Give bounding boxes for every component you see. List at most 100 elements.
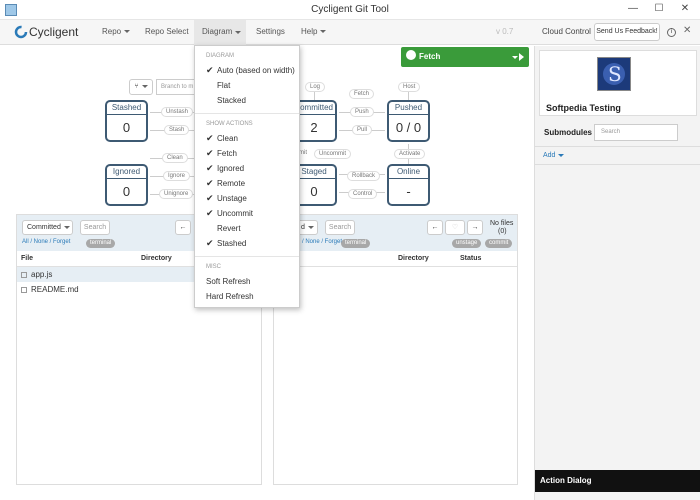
menu-item-hard-refresh[interactable]: Hard Refresh bbox=[195, 289, 299, 304]
action-log[interactable]: Log bbox=[305, 82, 326, 92]
minimize-button[interactable]: — bbox=[622, 2, 644, 16]
chevron-down-icon bbox=[141, 84, 148, 88]
chevron-down-icon bbox=[235, 31, 241, 34]
close-button[interactable]: ✕ bbox=[674, 2, 696, 16]
menu-help[interactable]: Help bbox=[301, 27, 327, 36]
navbar: Cycligent Repo Repo Select Diagram Setti… bbox=[0, 20, 700, 45]
committed-dropdown[interactable]: Committed bbox=[22, 220, 73, 235]
info-icon[interactable]: i bbox=[667, 28, 676, 37]
state-label: Stashed bbox=[107, 102, 146, 115]
menu-item-auto[interactable]: ✔ Auto (based on width) bbox=[195, 63, 299, 78]
branch-input[interactable]: Branch to m bbox=[156, 79, 196, 95]
row-checkbox[interactable] bbox=[21, 271, 27, 278]
avatar: S bbox=[597, 57, 631, 91]
menu-item-stacked[interactable]: Stacked bbox=[195, 93, 299, 108]
version-label: v 0.7 bbox=[496, 27, 514, 36]
feedback-button[interactable]: Send Us Feedback! bbox=[594, 23, 660, 41]
chevron-down-icon bbox=[307, 225, 314, 229]
action-host[interactable]: Host bbox=[398, 82, 421, 92]
file-count: (0) bbox=[498, 228, 507, 235]
menu-diagram[interactable]: Diagram bbox=[194, 20, 246, 45]
right-pane: S Softpedia Testing Submodules Search Ad… bbox=[534, 46, 700, 500]
menu-repo[interactable]: Repo bbox=[102, 27, 131, 36]
cloud-control-link[interactable]: Cloud Control bbox=[542, 27, 591, 36]
commit-tag[interactable]: commit bbox=[485, 239, 513, 248]
action-activate[interactable]: Activate bbox=[394, 149, 426, 159]
add-submodule-link[interactable]: Add bbox=[543, 152, 565, 159]
terminal-tag[interactable]: terminal bbox=[341, 239, 371, 248]
menu-item-clean[interactable]: ✔ Clean bbox=[195, 131, 299, 146]
window-title: Cycligent Git Tool bbox=[311, 4, 389, 15]
action-rollback[interactable]: Rollback bbox=[347, 171, 381, 181]
brand-name: Cycligent bbox=[29, 25, 79, 39]
filter-links[interactable]: All / None / Forget bbox=[22, 239, 70, 245]
action-stash[interactable]: Stash bbox=[164, 125, 190, 135]
menu-item-stashed[interactable]: ✔ Stashed bbox=[195, 236, 299, 251]
maximize-button[interactable]: ☐ bbox=[648, 2, 670, 16]
chevron-down-icon bbox=[124, 30, 131, 34]
cycligent-logo: Cycligent bbox=[14, 24, 84, 40]
menu-section-actions: SHOW ACTIONS bbox=[206, 121, 253, 127]
nav-back-button[interactable]: ← bbox=[175, 220, 191, 235]
search-input[interactable]: Search bbox=[80, 220, 110, 235]
menu-item-uncommit[interactable]: ✔ Uncommit bbox=[195, 206, 299, 221]
action-dialog-bar[interactable]: Action Dialog bbox=[535, 470, 700, 492]
check-icon: ✔ bbox=[206, 65, 214, 75]
action-dialog-title: Action Dialog bbox=[540, 476, 592, 485]
action-unstash[interactable]: Unstash bbox=[161, 107, 194, 117]
nav-forward-button[interactable]: → bbox=[467, 220, 483, 235]
action-uncommit[interactable]: Uncommit bbox=[314, 149, 352, 159]
menu-item-soft-refresh[interactable]: Soft Refresh bbox=[195, 274, 299, 289]
chevron-down-icon bbox=[558, 153, 565, 157]
terminal-tag[interactable]: terminal bbox=[86, 239, 116, 248]
menu-item-unstage[interactable]: ✔ Unstage bbox=[195, 191, 299, 206]
state-value: 0 bbox=[122, 184, 131, 199]
submodules-search-input[interactable]: Search bbox=[594, 124, 678, 141]
status-bar bbox=[0, 492, 534, 500]
state-value: 0 / 0 bbox=[395, 120, 422, 135]
svg-text:S: S bbox=[608, 62, 622, 86]
state-stashed[interactable]: Stashed 0 bbox=[105, 100, 148, 142]
logo-icon bbox=[14, 25, 28, 39]
column-header-status: Status bbox=[460, 255, 482, 262]
profile-card: S Softpedia Testing bbox=[539, 50, 697, 116]
menu-item-fetch[interactable]: ✔ Fetch bbox=[195, 146, 299, 161]
fetch-button[interactable]: Fetch bbox=[401, 47, 529, 67]
heart-icon[interactable]: ♡ bbox=[445, 220, 465, 235]
action-fetch[interactable]: Fetch bbox=[349, 89, 375, 99]
state-online[interactable]: Online - bbox=[387, 164, 430, 206]
menu-item-revert[interactable]: Revert bbox=[195, 221, 299, 236]
panel-toolbar: d Search ← ♡ → No files (0) / None / For… bbox=[274, 215, 517, 251]
action-ignore[interactable]: Ignore bbox=[163, 171, 191, 181]
menu-item-flat[interactable]: Flat bbox=[195, 78, 299, 93]
no-files-label: No files bbox=[490, 220, 514, 227]
unstage-tag[interactable]: unstage bbox=[452, 239, 482, 248]
action-control[interactable]: Control bbox=[348, 189, 378, 199]
state-label: Pushed bbox=[389, 102, 428, 115]
state-pushed[interactable]: Pushed 0 / 0 bbox=[387, 100, 430, 142]
branch-dropdown[interactable]: ⑂ bbox=[129, 79, 153, 95]
action-clean[interactable]: Clean bbox=[162, 153, 188, 163]
menu-item-ignored[interactable]: ✔ Ignored bbox=[195, 161, 299, 176]
check-icon: ✔ bbox=[206, 163, 214, 173]
state-ignored[interactable]: Ignored 0 bbox=[105, 164, 148, 206]
menu-divider bbox=[195, 113, 299, 114]
action-pull[interactable]: Pull bbox=[352, 125, 373, 135]
menu-item-remote[interactable]: ✔ Remote bbox=[195, 176, 299, 191]
cloud-icon bbox=[406, 50, 416, 60]
submodules-label: Submodules bbox=[544, 128, 593, 137]
divider bbox=[535, 146, 700, 147]
search-input[interactable]: Search bbox=[325, 220, 355, 235]
state-value: - bbox=[406, 184, 411, 199]
action-unignore[interactable]: Unignore bbox=[159, 189, 194, 199]
action-push[interactable]: Push bbox=[350, 107, 374, 117]
nav-back-button[interactable]: ← bbox=[427, 220, 443, 235]
menu-repo-select[interactable]: Repo Select bbox=[145, 27, 189, 36]
close-icon[interactable]: ✕ bbox=[683, 25, 691, 36]
menu-settings[interactable]: Settings bbox=[256, 27, 285, 36]
filter-links[interactable]: / None / Forget bbox=[302, 239, 342, 245]
title-bar: Cycligent Git Tool — ☐ ✕ bbox=[0, 0, 700, 20]
chevron-down-icon bbox=[512, 56, 518, 59]
row-checkbox[interactable] bbox=[21, 286, 27, 293]
divider bbox=[535, 164, 700, 165]
